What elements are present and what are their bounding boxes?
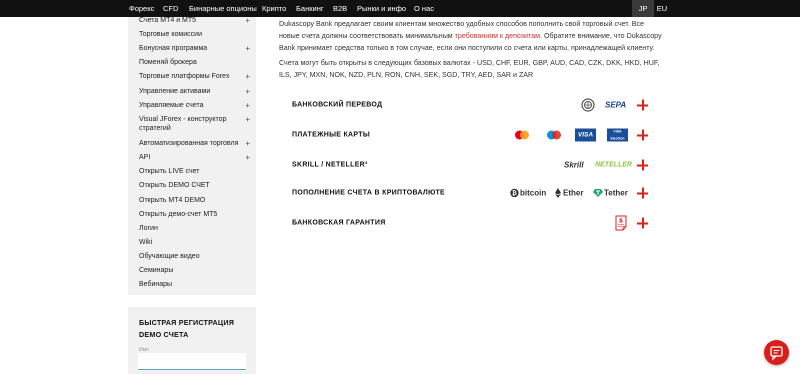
sidebar-item-label: API bbox=[139, 154, 151, 161]
sidebar-item[interactable]: Wiki bbox=[139, 238, 250, 247]
sidebar-item[interactable]: API + bbox=[139, 153, 250, 162]
nav-crypto[interactable]: Крипто bbox=[262, 0, 286, 17]
method-label: БАНКОВСКИЙ ПЕРЕВОД bbox=[292, 101, 383, 109]
top-navigation: Форекс CFD Бинарные опционы Крипто Банки… bbox=[0, 0, 800, 17]
visa-electron-logo: VISA Electron bbox=[607, 128, 628, 142]
expand-plus-icon[interactable]: + bbox=[245, 72, 250, 81]
nav-banking[interactable]: Банкинг bbox=[296, 0, 324, 17]
sidebar-item[interactable]: Бонусная программа + bbox=[139, 44, 250, 53]
expand-plus-icon[interactable]: + bbox=[245, 44, 250, 53]
sidebar-item[interactable]: Открыть MT4 DEMO bbox=[139, 196, 250, 205]
sidebar-item-label: Вебинары bbox=[139, 281, 173, 288]
tether-logo: Tether bbox=[604, 188, 628, 198]
sidebar-item-label: Visual JForex - конструктор стратегий bbox=[139, 116, 227, 132]
method-row-crypto[interactable]: ПОПОЛНЕНИЕ СЧЕТА В КРИПТОВАЛЮТЕ ₿ bitcoi… bbox=[279, 178, 657, 208]
method-row-skrill-neteller[interactable]: SKRILL / NETELLER³ Skrill NETELLER bbox=[279, 150, 657, 180]
sidebar-item[interactable]: Открыть демо-счет MT5 bbox=[139, 210, 250, 219]
sidebar-item-label: Управление активами bbox=[139, 88, 211, 95]
sidebar-item[interactable]: Торговые платформы Forex + bbox=[139, 72, 250, 81]
sidebar-item[interactable]: Управляемые счета + bbox=[139, 101, 250, 110]
neteller-logo: NETELLER bbox=[595, 161, 632, 169]
intro-paragraph: Dukascopy Bank предлагает своим клиентам… bbox=[279, 18, 664, 54]
skrill-logo: Skrill bbox=[564, 160, 584, 170]
lang-eu[interactable]: EU bbox=[651, 0, 673, 17]
nav-forex[interactable]: Форекс bbox=[129, 0, 154, 17]
sidebar-item[interactable]: Visual JForex - конструктор стратегий + bbox=[139, 115, 250, 133]
sidebar-item[interactable]: Семинары bbox=[139, 266, 250, 275]
nav-b2b[interactable]: B2B bbox=[333, 0, 347, 17]
sidebar-item-label: Открыть демо-счет MT5 bbox=[139, 211, 218, 218]
name-input[interactable] bbox=[138, 353, 246, 370]
method-row-bank-transfer[interactable]: БАНКОВСКИЙ ПЕРЕВОД SEPA bbox=[279, 90, 657, 120]
sidebar-item[interactable]: Автоматизированная торговля + bbox=[139, 139, 250, 148]
swift-logo-icon bbox=[581, 98, 595, 112]
expand-plus-icon[interactable]: + bbox=[245, 115, 250, 124]
expand-plus-icon[interactable]: + bbox=[245, 16, 250, 25]
sidebar-item-label: Управляемые счета bbox=[139, 102, 204, 109]
expand-plus-icon[interactable] bbox=[637, 129, 648, 141]
nav-cfd[interactable]: CFD bbox=[163, 0, 178, 17]
bitcoin-logo: bitcoin bbox=[520, 188, 547, 198]
sidebar-item-label: Открыть LIVE счет bbox=[139, 168, 200, 175]
nav-binary-options[interactable]: Бинарные опционы bbox=[189, 0, 257, 17]
sidebar-menu: Счета MT4 и MT5 + Торговые комиссии Бонус… bbox=[128, 16, 256, 295]
expand-plus-icon[interactable] bbox=[637, 217, 648, 229]
tether-icon bbox=[593, 189, 603, 197]
sidebar-item-label: Семинары bbox=[139, 267, 174, 274]
expand-plus-icon[interactable]: + bbox=[245, 101, 250, 110]
sidebar-item[interactable]: Управление активами + bbox=[139, 87, 250, 96]
quick-demo-registration: БЫСТРАЯ РЕГИСТРАЦИЯ DEMO СЧЕТА Имя bbox=[128, 307, 256, 374]
sidebar-item-label: Поменяй брокера bbox=[139, 59, 197, 66]
deposit-requirements-link[interactable]: требованиям к депозитам bbox=[455, 32, 540, 40]
sidebar-item[interactable]: Счета MT4 и MT5 + bbox=[139, 16, 250, 25]
sidebar-item-label: Бонусная программа bbox=[139, 45, 208, 52]
mastercard-logo-icon bbox=[514, 130, 530, 140]
method-label: SKRILL / NETELLER³ bbox=[292, 161, 368, 169]
expand-plus-icon[interactable]: + bbox=[245, 139, 250, 148]
method-row-bank-guarantee[interactable]: БАНКОВСКАЯ ГАРАНТИЯ $ bbox=[279, 208, 657, 238]
sidebar-item[interactable]: Логин bbox=[139, 224, 250, 233]
chat-button[interactable] bbox=[764, 340, 789, 365]
svg-text:$: $ bbox=[619, 218, 623, 225]
expand-plus-icon[interactable] bbox=[637, 99, 648, 111]
nav-markets-info[interactable]: Рынки и инфо bbox=[357, 0, 406, 17]
expand-plus-icon[interactable]: + bbox=[245, 87, 250, 96]
sidebar-item[interactable]: Торговые комиссии bbox=[139, 30, 250, 39]
expand-plus-icon[interactable] bbox=[637, 187, 648, 199]
nav-about[interactable]: О нас bbox=[414, 0, 434, 17]
expand-plus-icon[interactable]: + bbox=[245, 153, 250, 162]
sidebar-item-label: Открыть DEMO СЧЕТ bbox=[139, 182, 210, 189]
guarantee-document-icon: $ bbox=[615, 215, 627, 231]
maestro-logo-icon bbox=[546, 130, 562, 140]
sidebar-item[interactable]: Открыть DEMO СЧЕТ bbox=[139, 181, 250, 190]
ether-icon bbox=[555, 188, 561, 198]
sidebar-item-label: Автоматизированная торговля bbox=[139, 140, 239, 147]
sidebar-item-label: Счета MT4 и MT5 bbox=[139, 17, 197, 24]
method-row-payment-cards[interactable]: ПЛАТЕЖНЫЕ КАРТЫ VISA VISA Electron bbox=[279, 120, 657, 150]
sidebar-item[interactable]: Открыть LIVE счет bbox=[139, 167, 250, 176]
sidebar-item-label: Торговые платформы Forex bbox=[139, 73, 230, 80]
chat-icon bbox=[770, 346, 783, 361]
expand-plus-icon[interactable] bbox=[637, 159, 648, 171]
sidebar-item[interactable]: Поменяй брокера bbox=[139, 58, 250, 67]
sepa-logo: SEPA bbox=[605, 100, 627, 110]
ether-logo: Ether bbox=[563, 188, 584, 198]
visa-logo: VISA bbox=[575, 128, 596, 142]
sidebar-item-label: Wiki bbox=[139, 239, 153, 246]
registration-title: БЫСТРАЯ РЕГИСТРАЦИЯ DEMO СЧЕТА bbox=[139, 318, 235, 339]
sidebar-item-label: Логин bbox=[139, 225, 158, 232]
sidebar-item[interactable]: Обучающие видео bbox=[139, 252, 250, 261]
sidebar-item-label: Открыть MT4 DEMO bbox=[139, 197, 206, 204]
method-label: ПЛАТЕЖНЫЕ КАРТЫ bbox=[292, 131, 370, 139]
bitcoin-icon: ₿ bbox=[510, 188, 519, 198]
sidebar-item-label: Торговые комиссии bbox=[139, 31, 202, 38]
sidebar-item-label: Обучающие видео bbox=[139, 253, 200, 260]
currencies-paragraph: Счета могут быть открыты в следующих баз… bbox=[279, 59, 660, 79]
sidebar-item[interactable]: Вебинары bbox=[139, 280, 250, 289]
method-label: ПОПОЛНЕНИЕ СЧЕТА В КРИПТОВАЛЮТЕ bbox=[292, 189, 446, 197]
svg-text:₿: ₿ bbox=[512, 190, 517, 197]
method-label: БАНКОВСКАЯ ГАРАНТИЯ bbox=[292, 219, 386, 227]
